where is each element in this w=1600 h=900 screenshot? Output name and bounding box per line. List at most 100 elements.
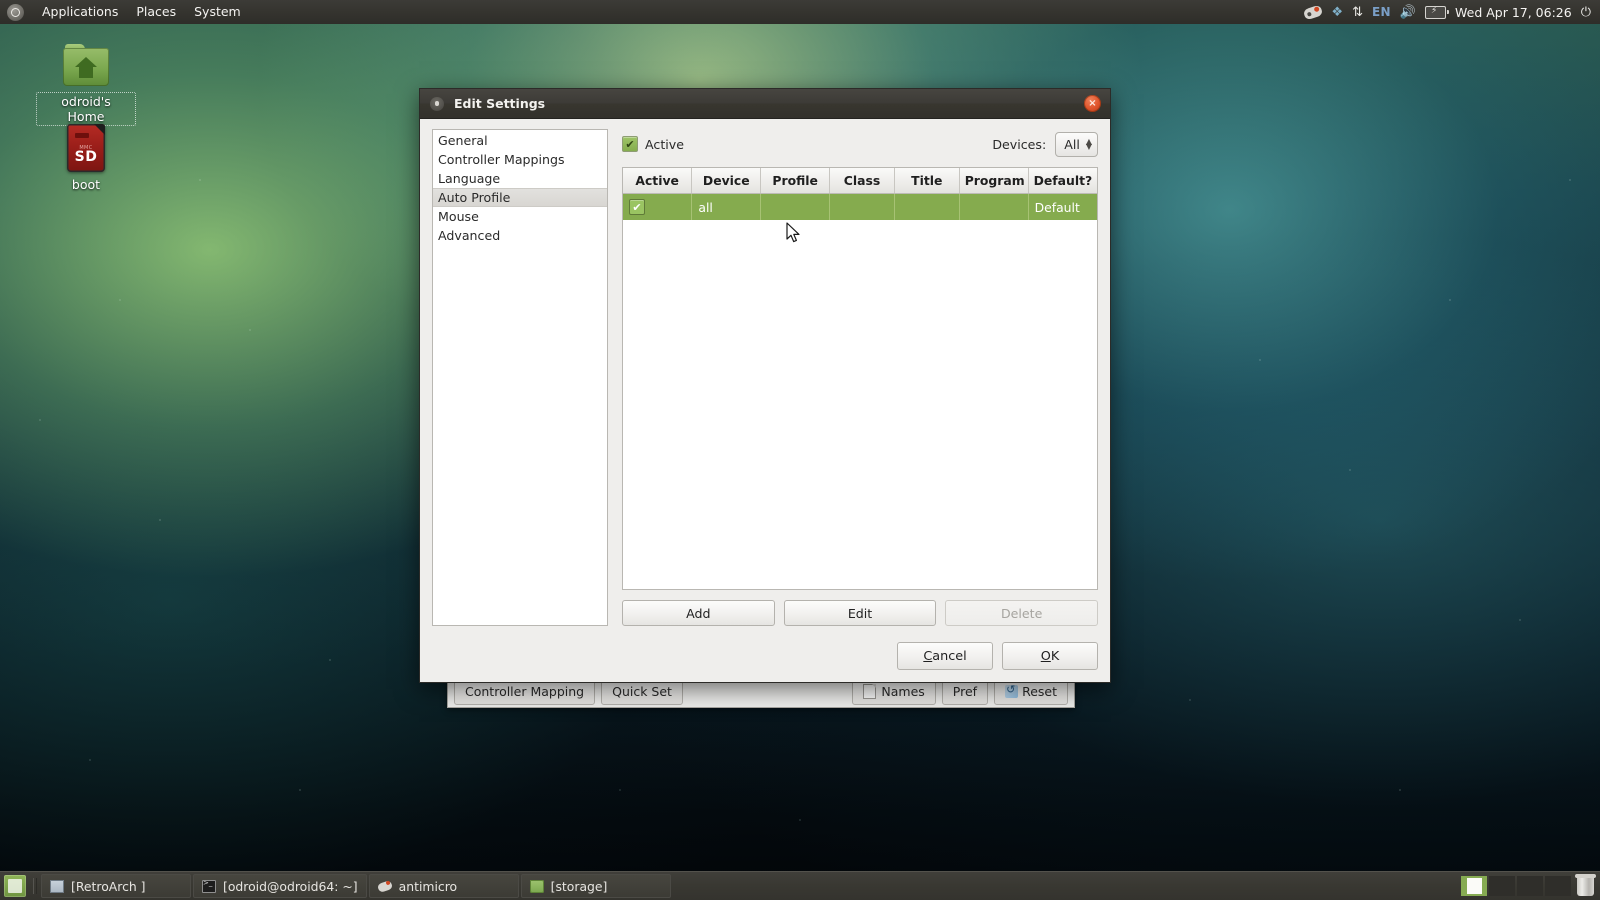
window-menu-icon[interactable] [430,97,444,111]
taskbar-separator [33,878,37,894]
volume-icon[interactable]: 🔊 [1400,3,1416,21]
desktop-icon-label: boot [68,176,104,193]
cell-device: all [692,194,761,221]
task-label: [odroid@odroid64: ~] [223,879,358,894]
active-checkbox[interactable]: ✔ [622,136,638,152]
language-indicator[interactable]: EN [1372,3,1391,21]
menu-applications[interactable]: Applications [33,1,127,23]
task-label: [storage] [551,879,608,894]
task-terminal[interactable]: [odroid@odroid64: ~] [193,874,367,898]
table-header-row: Active Device Profile Class Title Progra… [623,168,1097,194]
column-header-default[interactable]: Default? [1028,168,1097,194]
check-icon: ✔ [625,139,634,150]
workspace-switcher-1[interactable] [1461,876,1487,896]
devices-label: Devices: [992,137,1046,152]
cell-class [830,194,895,221]
dialog-title: Edit Settings [454,96,1084,111]
gamepad-icon[interactable] [1304,3,1322,21]
ubuntu-logo-icon[interactable] [7,4,24,21]
bluetooth-icon[interactable]: ❖ [1331,3,1343,21]
terminal-icon [202,880,216,893]
workspace-switcher-2[interactable] [1489,876,1515,896]
sd-card-icon: MMC SD [67,124,105,172]
system-tray: ❖ ⇅ EN 🔊 ⚡ Wed Apr 17, 06:26 ⏻ [1304,3,1600,21]
dialog-titlebar[interactable]: Edit Settings × [420,89,1110,119]
screen: Applications Places System ❖ ⇅ EN 🔊 ⚡ We… [0,0,1600,900]
ok-button[interactable]: OK [1002,642,1098,670]
devices-filter: Devices: All ▲▼ [992,132,1098,157]
reset-icon [1005,685,1018,698]
sidebar-item-general[interactable]: General [433,131,607,150]
clock[interactable]: Wed Apr 17, 06:26 [1455,5,1572,20]
cell-program [959,194,1028,221]
folder-icon [530,880,544,893]
task-antimicro[interactable]: antimicro [369,874,519,898]
desktop-icon-label: odroid's Home [36,92,136,126]
top-panel: Applications Places System ❖ ⇅ EN 🔊 ⚡ We… [0,0,1600,24]
cancel-label-rest: ancel [932,649,966,664]
auto-profile-pane: ✔ Active Devices: All ▲▼ [622,129,1098,626]
task-label: [RetroArch ] [71,879,146,894]
auto-profile-table-wrapper[interactable]: Active Device Profile Class Title Progra… [622,167,1098,590]
active-checkbox-label: Active [645,137,684,152]
workspace-switcher-4[interactable] [1545,876,1571,896]
home-folder-icon [63,48,109,86]
cell-default: Default [1028,194,1097,221]
desktop-icon-boot[interactable]: MMC SD boot [36,124,136,193]
cancel-button[interactable]: Cancel [897,642,993,670]
add-button[interactable]: Add [622,600,775,626]
settings-category-list[interactable]: General Controller Mappings Language Aut… [432,129,608,626]
devices-select[interactable]: All ▲▼ [1055,132,1098,157]
edit-settings-dialog: Edit Settings × General Controller Mappi… [419,88,1111,683]
trash-icon[interactable] [1577,877,1594,896]
ok-mnemonic: O [1041,649,1051,664]
dialog-body: General Controller Mappings Language Aut… [420,119,1110,634]
dialog-footer: Cancel OK [420,634,1110,682]
cell-active[interactable]: ✔ [623,194,692,221]
task-label: antimicro [399,879,457,894]
sidebar-item-auto-profile[interactable]: Auto Profile [433,188,607,207]
taskbar: [RetroArch ] [odroid@odroid64: ~] antimi… [0,871,1600,900]
spinner-arrows-icon[interactable]: ▲▼ [1086,139,1092,149]
sidebar-item-language[interactable]: Language [433,169,607,188]
sidebar-item-mouse[interactable]: Mouse [433,207,607,226]
workspace-switcher-3[interactable] [1517,876,1543,896]
column-header-device[interactable]: Device [692,168,761,194]
cancel-mnemonic: C [923,649,932,664]
auto-profile-table: Active Device Profile Class Title Progra… [623,168,1097,220]
auto-profile-toolbar: ✔ Active Devices: All ▲▼ [622,129,1098,159]
sd-card-text: SD [67,149,105,165]
taskbar-right [1461,872,1600,900]
column-header-program[interactable]: Program [959,168,1028,194]
battery-charging-icon[interactable]: ⚡ [1425,3,1446,21]
power-icon[interactable]: ⏻ [1581,3,1591,21]
menu-places[interactable]: Places [127,1,185,23]
cell-title [894,194,959,221]
column-header-title[interactable]: Title [894,168,959,194]
desktop-icon-home[interactable]: odroid's Home [36,48,136,126]
delete-button: Delete [945,600,1098,626]
gamepad-icon [378,880,392,893]
devices-select-value: All [1064,137,1080,152]
show-desktop-icon[interactable] [4,875,26,897]
edit-button[interactable]: Edit [784,600,937,626]
sidebar-item-controller-mappings[interactable]: Controller Mappings [433,150,607,169]
table-empty-area[interactable] [623,220,1097,589]
column-header-active[interactable]: Active [623,168,692,194]
window-icon [50,880,64,893]
cell-profile [761,194,830,221]
sidebar-item-advanced[interactable]: Advanced [433,226,607,245]
row-active-checkbox[interactable]: ✔ [629,199,645,215]
check-icon: ✔ [632,202,641,213]
ok-label-rest: K [1051,649,1059,664]
column-header-profile[interactable]: Profile [761,168,830,194]
network-updown-icon[interactable]: ⇅ [1352,3,1363,21]
task-retroarch[interactable]: [RetroArch ] [41,874,191,898]
close-icon[interactable]: × [1084,95,1101,112]
auto-profile-actions: Add Edit Delete [622,600,1098,626]
reset-button-label: Reset [1022,684,1057,699]
table-row[interactable]: ✔ all Default [623,194,1097,221]
task-storage[interactable]: [storage] [521,874,671,898]
menu-system[interactable]: System [185,1,250,23]
column-header-class[interactable]: Class [830,168,895,194]
